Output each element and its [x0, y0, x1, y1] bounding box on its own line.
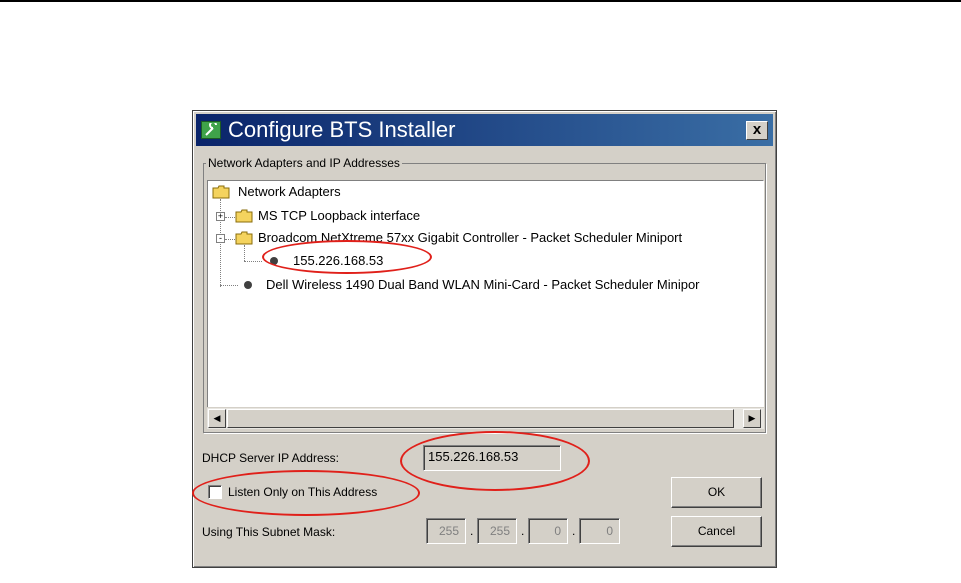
tree-connector — [244, 261, 262, 262]
scroll-right-button[interactable]: ▶ — [743, 409, 761, 428]
tree-horizontal-scrollbar[interactable]: ◀ ▶ — [207, 407, 764, 429]
arrow-right-icon: ▶ — [748, 413, 756, 423]
scroll-left-button[interactable]: ◀ — [208, 409, 226, 428]
wrench-icon — [201, 121, 221, 139]
annotation-ellipse-ip — [262, 240, 432, 274]
collapse-icon[interactable]: - — [216, 234, 225, 243]
subnet-octet-1[interactable]: 255 — [426, 518, 466, 544]
ok-button[interactable]: OK — [671, 477, 762, 508]
dhcp-ip-label: DHCP Server IP Address: — [202, 451, 339, 465]
octet-separator: . — [521, 524, 525, 538]
group-legend: Network Adapters and IP Addresses — [206, 156, 402, 170]
folder-icon — [212, 185, 230, 199]
dialog-title: Configure BTS Installer — [228, 117, 456, 142]
adapter-dot-icon — [244, 281, 252, 289]
folder-icon — [235, 231, 253, 245]
annotation-ellipse-listen — [192, 470, 420, 516]
tree-item-dell-wireless[interactable]: Dell Wireless 1490 Dual Band WLAN Mini-C… — [266, 275, 700, 295]
expand-icon[interactable]: + — [216, 212, 225, 221]
octet-separator: . — [572, 524, 576, 538]
adapter-tree[interactable]: Network Adapters + MS TCP Loopback inter… — [207, 180, 764, 429]
top-rule — [0, 0, 961, 2]
octet-separator: . — [470, 524, 474, 538]
arrow-left-icon: ◀ — [213, 413, 221, 423]
close-button[interactable]: x — [746, 121, 768, 140]
title-bar[interactable]: Configure BTS Installer x — [196, 114, 773, 146]
scroll-thumb[interactable] — [227, 409, 734, 428]
tree-item-loopback[interactable]: MS TCP Loopback interface — [258, 206, 420, 226]
close-icon: x — [752, 121, 762, 138]
tree-connector — [225, 217, 235, 218]
tree-connector — [220, 285, 238, 286]
tree-root-label[interactable]: Network Adapters — [238, 182, 341, 202]
subnet-octet-2[interactable]: 255 — [477, 518, 517, 544]
tree-connector — [225, 239, 235, 240]
subnet-octet-4[interactable]: 0 — [579, 518, 620, 544]
subnet-octet-3[interactable]: 0 — [528, 518, 568, 544]
subnet-mask-label: Using This Subnet Mask: — [202, 525, 336, 539]
tree-connector — [244, 245, 245, 261]
folder-icon — [235, 209, 253, 223]
annotation-ellipse-dhcp — [400, 431, 590, 491]
cancel-button[interactable]: Cancel — [671, 516, 762, 547]
